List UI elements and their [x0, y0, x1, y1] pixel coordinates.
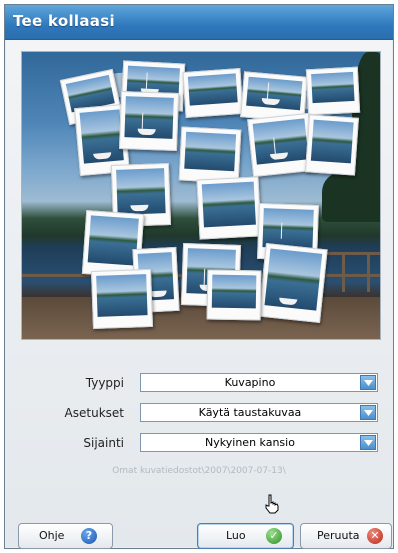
collage-preview: [21, 51, 381, 340]
location-label: Sijainti: [83, 436, 124, 450]
help-button[interactable]: Ohje ?: [18, 523, 113, 549]
settings-select-value: Käytä taustakuvaa: [198, 406, 302, 419]
type-select[interactable]: Kuvapino: [140, 373, 378, 392]
create-button[interactable]: Luo ✓: [197, 523, 294, 549]
collage-dialog: Tee kollaasi Tyyppi Kuvapino Asetukset K…: [4, 4, 394, 549]
cancel-button[interactable]: Peruuta ✕: [300, 523, 392, 549]
x-icon: ✕: [367, 528, 383, 544]
question-icon: ?: [81, 528, 97, 544]
dialog-body: Tyyppi Kuvapino Asetukset Käytä taustaku…: [6, 40, 392, 549]
chevron-down-icon[interactable]: [360, 435, 376, 450]
checkmark-icon: ✓: [266, 528, 282, 544]
output-path: Omat kuvatiedostot\2007\2007-07-13\: [112, 466, 286, 476]
chevron-down-icon[interactable]: [360, 405, 376, 420]
settings-select[interactable]: Käytä taustakuvaa: [140, 403, 378, 422]
location-select[interactable]: Nykyinen kansio: [140, 433, 378, 452]
location-select-value: Nykyinen kansio: [205, 436, 295, 449]
type-label: Tyyppi: [85, 376, 124, 390]
window-title: Tee kollaasi: [13, 12, 115, 30]
create-button-label: Luo: [226, 529, 246, 542]
settings-label: Asetukset: [64, 406, 124, 420]
cancel-button-label: Peruuta: [317, 529, 360, 542]
chevron-down-icon[interactable]: [360, 375, 376, 390]
help-button-label: Ohje: [39, 529, 65, 542]
title-bar[interactable]: Tee kollaasi: [5, 5, 393, 40]
hand-cursor-icon: [265, 494, 279, 514]
type-select-value: Kuvapino: [224, 376, 276, 389]
